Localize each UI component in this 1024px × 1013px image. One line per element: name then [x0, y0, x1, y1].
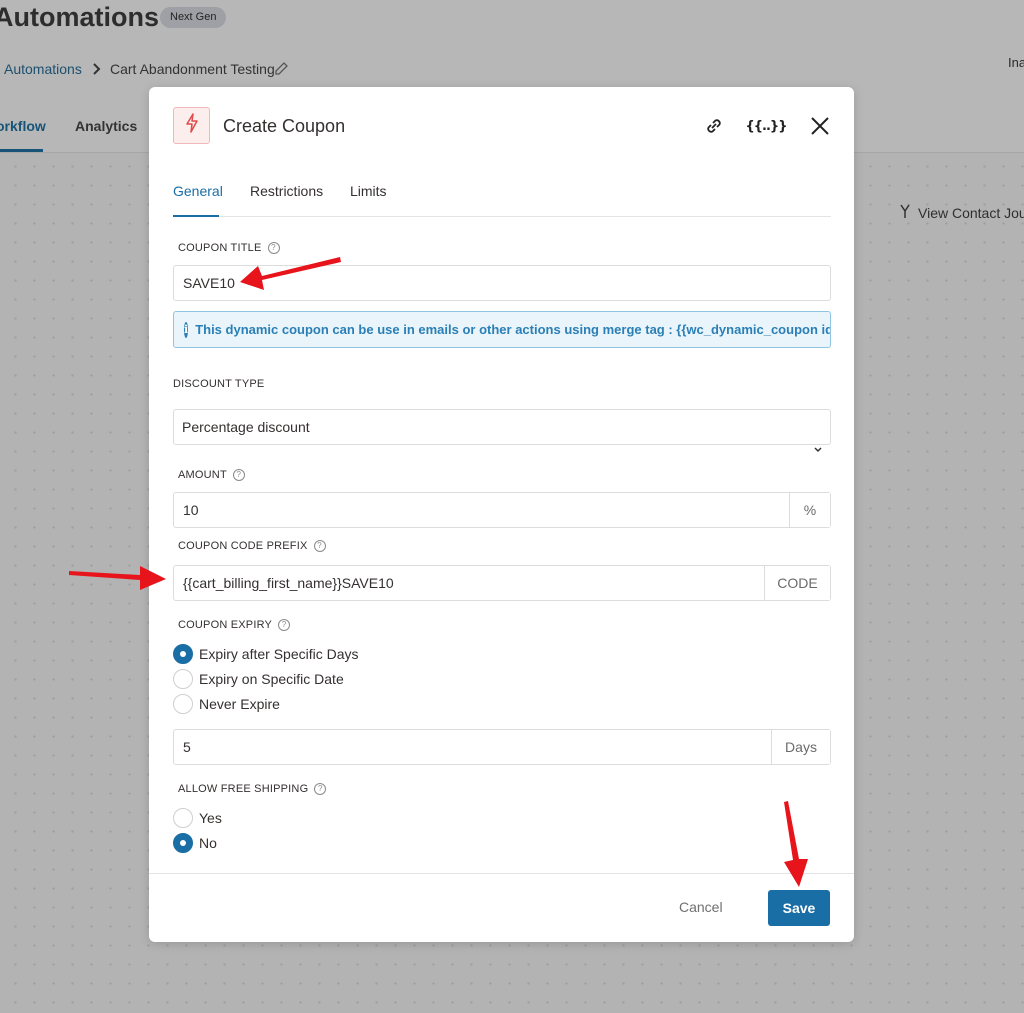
coupon-title-label-text: COUPON TITLE: [178, 242, 262, 254]
bolt-icon: [183, 112, 201, 139]
expiry-days-suffix: Days: [771, 730, 830, 764]
discount-type-label-text: DISCOUNT TYPE: [173, 378, 265, 390]
coupon-code-prefix-suffix: CODE: [764, 566, 830, 600]
free-shipping-option-label: Yes: [199, 810, 222, 826]
amount-label-text: AMOUNT: [178, 469, 227, 481]
merge-tag-info-text: This dynamic coupon can be use in emails…: [195, 322, 831, 337]
coupon-code-prefix-input[interactable]: {{cart_billing_first_name}}SAVE10 CODE: [173, 565, 831, 601]
expiry-option-label: Expiry on Specific Date: [199, 671, 344, 687]
modal-title: Create Coupon: [223, 116, 346, 136]
discount-type-value: Percentage discount: [182, 419, 310, 435]
chevron-down-icon: [813, 441, 823, 459]
discount-type-select[interactable]: Percentage discount: [173, 409, 831, 445]
amount-suffix: %: [789, 493, 830, 527]
breadcrumb-automations-link[interactable]: Automations: [4, 61, 82, 77]
radio-selected[interactable]: [173, 644, 193, 664]
radio-unselected[interactable]: [173, 694, 193, 714]
help-icon[interactable]: ?: [232, 469, 245, 481]
active-tab-indicator: [173, 215, 219, 217]
coupon-title-input[interactable]: SAVE10: [173, 265, 831, 301]
expiry-option-specific-days[interactable]: Expiry after Specific Days: [173, 644, 359, 664]
amount-label: AMOUNT ?: [178, 469, 245, 481]
top-right-status: Ina: [1008, 55, 1024, 70]
merge-tag-info-notice: i This dynamic coupon can be use in emai…: [173, 311, 831, 348]
close-icon[interactable]: [807, 113, 833, 139]
view-contact-journey-label: View Contact Journ: [918, 205, 1024, 221]
amount-value: 10: [183, 502, 199, 518]
discount-type-label: DISCOUNT TYPE: [173, 378, 264, 390]
coupon-code-prefix-label-text: COUPON CODE PREFIX: [178, 540, 308, 552]
coupon-code-prefix-label: COUPON CODE PREFIX ?: [178, 540, 326, 552]
help-icon[interactable]: ?: [267, 242, 280, 254]
coupon-expiry-label-text: COUPON EXPIRY: [178, 619, 273, 631]
tab-general[interactable]: General: [173, 183, 223, 199]
expiry-days-input[interactable]: 5 Days: [173, 729, 831, 765]
page-title: Automations: [0, 2, 159, 32]
tab-limits[interactable]: Limits: [350, 183, 387, 199]
coupon-code-prefix-value: {{cart_billing_first_name}}SAVE10: [183, 575, 394, 591]
expiry-days-value: 5: [183, 739, 191, 755]
radio-selected[interactable]: [173, 833, 193, 853]
view-contact-journey-button[interactable]: View Contact Journ: [898, 203, 1024, 223]
tab-restrictions[interactable]: Restrictions: [250, 183, 323, 199]
pencil-icon[interactable]: [273, 60, 289, 83]
coupon-title-value: SAVE10: [183, 275, 235, 291]
tab-analytics[interactable]: Analytics: [75, 118, 137, 134]
coupon-expiry-label: COUPON EXPIRY ?: [178, 619, 291, 631]
free-shipping-option-yes[interactable]: Yes: [173, 808, 222, 828]
expiry-option-label: Expiry after Specific Days: [199, 646, 359, 662]
branch-icon: [898, 203, 912, 223]
amount-input[interactable]: 10 %: [173, 492, 831, 528]
link-icon[interactable]: [701, 113, 727, 139]
cancel-button[interactable]: Cancel: [679, 899, 723, 915]
tabs-divider: [173, 216, 831, 217]
coupon-title-label: COUPON TITLE ?: [178, 242, 280, 254]
tab-workflow[interactable]: orkflow: [0, 118, 46, 134]
active-tab-indicator: [0, 149, 43, 152]
help-icon[interactable]: ?: [314, 783, 327, 795]
action-icon-box: [173, 107, 210, 144]
info-icon: i: [184, 321, 189, 338]
merge-tag-icon[interactable]: {{..}}: [746, 113, 788, 139]
help-icon[interactable]: ?: [313, 540, 326, 552]
save-button[interactable]: Save: [768, 890, 830, 926]
free-shipping-label: ALLOW FREE SHIPPING ?: [178, 783, 327, 795]
expiry-option-never[interactable]: Never Expire: [173, 694, 280, 714]
free-shipping-option-label: No: [199, 835, 217, 851]
chevron-right-icon: [90, 60, 104, 83]
expiry-option-specific-date[interactable]: Expiry on Specific Date: [173, 669, 344, 689]
free-shipping-label-text: ALLOW FREE SHIPPING: [178, 783, 309, 795]
free-shipping-option-no[interactable]: No: [173, 833, 217, 853]
help-icon[interactable]: ?: [278, 619, 291, 631]
expiry-option-label: Never Expire: [199, 696, 280, 712]
breadcrumb-current: Cart Abandonment Testing: [110, 61, 275, 77]
next-gen-badge: Next Gen: [160, 7, 227, 28]
create-coupon-modal: Create Coupon {{..}} General Restriction…: [149, 87, 854, 942]
footer-divider: [149, 873, 854, 874]
radio-unselected[interactable]: [173, 669, 193, 689]
radio-unselected[interactable]: [173, 808, 193, 828]
